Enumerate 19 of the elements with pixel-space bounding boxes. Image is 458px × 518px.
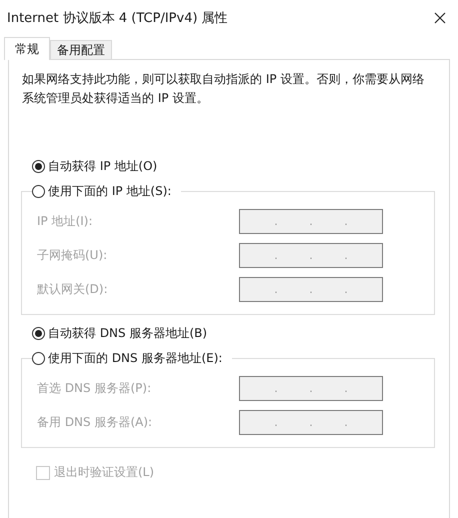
field-label: 首选 DNS 服务器(P):: [37, 380, 152, 396]
tab[interactable]: 备用配置: [50, 40, 112, 59]
radio-label: 自动获得 IP 地址(O): [48, 158, 158, 175]
field-label: IP 地址(I):: [37, 212, 93, 230]
radio-label: 使用下面的 DNS 服务器地址(E):: [48, 350, 222, 367]
radio-button[interactable]: [32, 352, 45, 365]
checkbox-label: 退出时验证设置(L): [54, 464, 154, 481]
radio-label: 自动获得 DNS 服务器地址(B): [48, 325, 208, 342]
radio-label: 使用下面的 IP 地址(S):: [48, 183, 172, 200]
radio-button[interactable]: [32, 160, 45, 173]
close-icon[interactable]: [434, 12, 446, 24]
radio-button[interactable]: [32, 185, 45, 198]
tab[interactable]: 常规: [4, 37, 50, 60]
window-title: Internet 协议版本 4 (TCP/IPv4) 属性: [7, 10, 228, 27]
field-label: 默认网关(D):: [37, 280, 108, 298]
radio-button[interactable]: [32, 327, 45, 340]
description-text: 如果网络支持此功能，则可以获取自动指派的 IP 设置。否则，你需要从网络系统管理员处获得适当的 IP 设置。: [22, 71, 426, 107]
field-label: 备用 DNS 服务器(A):: [37, 414, 152, 430]
field-label: 子网掩码(U):: [37, 246, 108, 264]
